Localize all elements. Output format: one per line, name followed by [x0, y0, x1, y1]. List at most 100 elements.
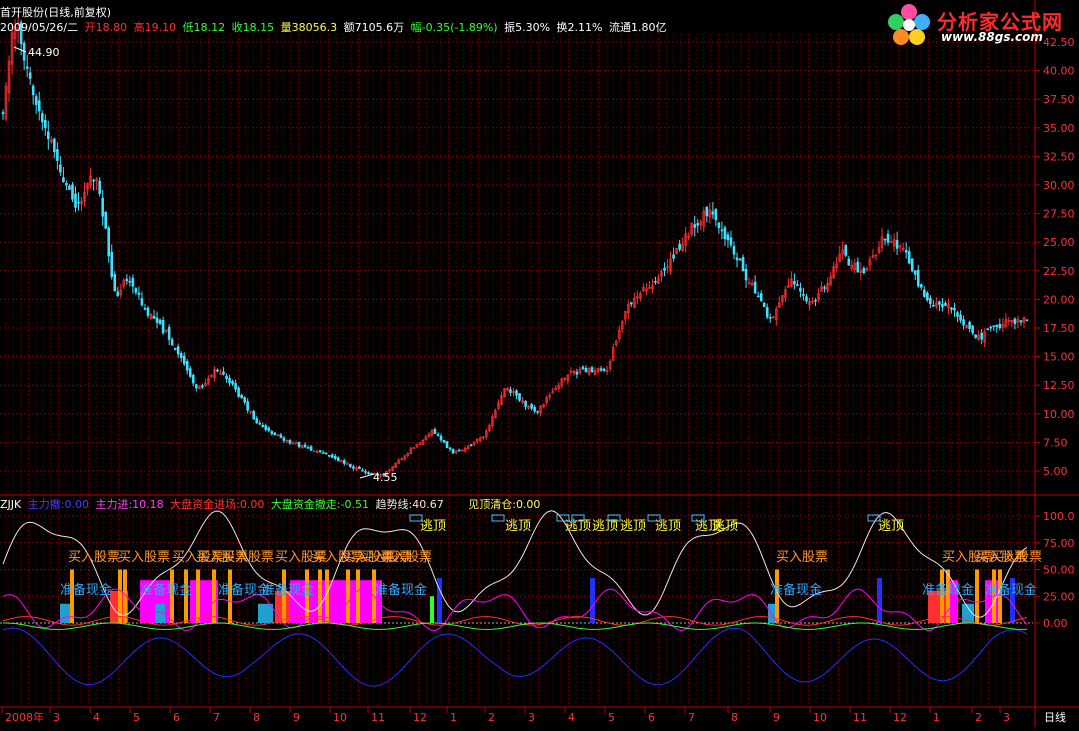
price-tick-label: 7.50 — [1043, 436, 1068, 449]
candle-body — [364, 471, 367, 473]
candle-body — [125, 278, 129, 282]
candle-body — [711, 211, 715, 215]
candle-body — [696, 223, 700, 226]
candle-body — [515, 390, 518, 396]
candle-body — [451, 448, 455, 454]
candle-body — [37, 100, 41, 112]
candle-body — [297, 441, 301, 448]
time-tick-label: 1 — [450, 711, 457, 724]
time-tick-label: 10 — [813, 711, 827, 724]
escape-signal-label: 逃顶 — [620, 519, 646, 534]
candle-body — [330, 454, 334, 458]
candle-body — [693, 224, 697, 228]
candle-body — [53, 138, 56, 153]
candle-body — [188, 368, 192, 377]
candle-body — [327, 455, 331, 457]
candle-body — [907, 251, 911, 264]
price-tick-label: 32.50 — [1043, 150, 1075, 163]
ind-tick-label: 75.00 — [1043, 537, 1075, 550]
prepare-cash-label: 准备现金 — [375, 582, 427, 598]
candle-body — [34, 96, 38, 105]
candle-body — [768, 316, 772, 319]
price-tick-label: 20.00 — [1043, 293, 1075, 306]
candle-body — [714, 208, 718, 221]
candle-body — [741, 256, 745, 272]
price-tick-label: 30.00 — [1043, 179, 1075, 192]
price-tick-label: 10.00 — [1043, 408, 1075, 421]
candle-body — [944, 302, 947, 306]
candle-body — [143, 307, 147, 310]
candle-body — [152, 315, 156, 319]
quote-high: 高19.10 — [133, 21, 177, 34]
candle-body — [762, 302, 766, 308]
price-tick-label: 40.00 — [1043, 65, 1075, 78]
ind-tick-label: 25.00 — [1043, 590, 1075, 603]
candle-body — [216, 369, 219, 372]
indicator-field-3: 大盘资金进场:0.00 — [170, 498, 265, 511]
candle-body — [744, 269, 748, 281]
candle-body — [524, 400, 527, 407]
prepare-cash-label: 准备现金 — [140, 582, 192, 598]
candle-body — [469, 444, 473, 446]
time-tick-label: 2 — [488, 711, 495, 724]
candle-body — [886, 233, 890, 243]
quote-volume: 量38056.3 — [280, 21, 338, 34]
candle-body — [916, 269, 920, 287]
time-tick-label: 6 — [648, 711, 655, 724]
candle-body — [333, 455, 337, 459]
candle-body — [110, 251, 114, 277]
indicator-name[interactable]: ZJJK — [0, 498, 21, 511]
candle-body — [59, 164, 62, 173]
blue-bar — [590, 578, 595, 623]
quote-amplitude: 振5.30% — [504, 21, 551, 34]
candle-body — [956, 312, 959, 317]
prepare-cash-label: 准备现金 — [922, 582, 974, 598]
ind-tick-label: 100.0 — [1043, 510, 1075, 523]
candle-body — [602, 368, 606, 371]
chart-canvas[interactable]: 买入股票买入股票 买入股票买入股票买入股票 买入股票买入股票买入股票买入股票买入股票… — [0, 0, 1079, 727]
quote-turnover: 换2.11% — [556, 21, 603, 34]
indicator-field-1: 主力撤:0.00 — [27, 498, 89, 511]
candle-body — [814, 299, 817, 302]
candle-body — [104, 211, 108, 229]
candle-body — [65, 182, 68, 186]
green-bar — [430, 596, 434, 623]
blue-bar — [877, 578, 882, 623]
candle-body — [318, 450, 322, 453]
buy-signal-label: 买入股票 — [776, 550, 828, 565]
candle-body — [862, 268, 866, 274]
candle-body — [228, 378, 231, 384]
candle-body — [938, 301, 941, 305]
candle-body — [234, 383, 237, 390]
candle-body — [279, 434, 283, 438]
time-tick-label: 3 — [1003, 711, 1010, 724]
cyan-block — [258, 603, 273, 623]
max-price-label: 44.90 — [28, 46, 60, 59]
candle-body — [518, 393, 521, 401]
candle-body — [1019, 320, 1023, 323]
candle-body — [68, 185, 71, 190]
time-tick-label: 11 — [371, 711, 385, 724]
candle-body — [998, 323, 1002, 329]
stock-chart-window[interactable]: 买入股票 买入股票 买入股票 买入股票 买入股票 买入股票 买入股票 买入股票 买入股票 买入股票… — [0, 0, 1079, 727]
quote-bar: 2009/05/26/二 开18.80 高19.10 低18.12 收18.15… — [0, 21, 669, 34]
candle-body — [823, 287, 826, 289]
candle-body — [47, 131, 50, 140]
time-tick-label: 12 — [413, 711, 427, 724]
candle-body — [530, 404, 533, 409]
time-tick-label: 6 — [173, 711, 180, 724]
candle-body — [717, 222, 721, 229]
orange-bar — [212, 569, 216, 623]
candle-body — [71, 184, 74, 200]
prepare-cash-label: 准备现金 — [60, 582, 112, 598]
period-label[interactable]: 日线 — [1044, 710, 1066, 724]
candle-body — [98, 180, 101, 194]
candle-body — [282, 437, 286, 441]
candle-body — [581, 366, 585, 370]
candle-body — [913, 270, 917, 275]
min-price-label: 4.55 — [373, 471, 398, 484]
time-tick-label: 1 — [933, 711, 940, 724]
quote-open: 开18.80 — [84, 21, 128, 34]
candle-body — [720, 229, 724, 232]
candle-body — [856, 261, 860, 273]
